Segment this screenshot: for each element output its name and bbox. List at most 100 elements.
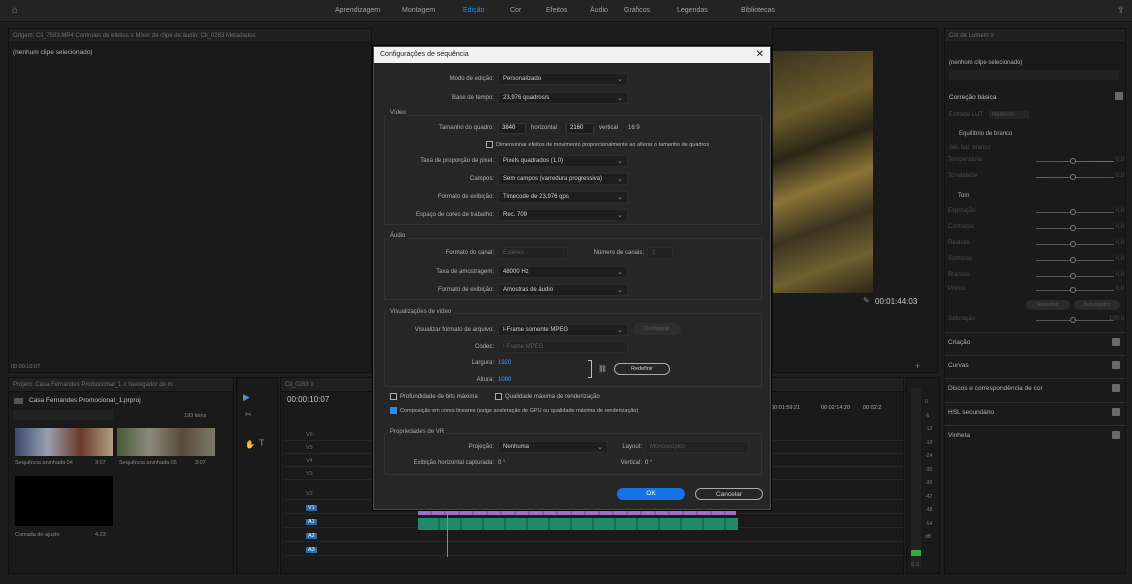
exposure-slider[interactable]: Exposição 0.0 [948,208,1124,220]
scale-motion-checkbox[interactable] [486,141,493,148]
lumetri-reset-button[interactable]: Redefinir [1026,300,1070,310]
white-balance-label: Equilíbrio de branco [959,131,1013,137]
preview-reset-button[interactable]: Redefinir [614,363,670,375]
projection-select[interactable]: Nenhuma ⌄ [498,441,608,453]
highlights-slider[interactable]: Realces 0.0 [948,240,1124,252]
aspect-value: 16:9 [628,125,640,131]
contrast-slider[interactable]: Contraste 0.0 [948,224,1124,236]
tab-aprendizagem[interactable]: Aprendizagem [335,7,380,14]
cancel-button[interactable]: Cancelar [695,488,763,500]
share-icon[interactable]: ⇪ [1117,5,1125,16]
type-tool-icon[interactable]: T [259,438,265,448]
configure-button[interactable]: Configurar [633,323,681,335]
playhead[interactable] [447,505,448,557]
hcapture-value[interactable]: 0 ° [498,460,505,466]
pixel-aspect-select[interactable]: Pixels quadrados (1,0) ⌄ [498,155,628,167]
vertical-vr-value[interactable]: 0 ° [645,460,652,466]
shadows-slider[interactable]: Sombras 0.0 [948,256,1124,268]
add-button-icon[interactable]: + [915,361,920,371]
hcapture-label: Exibição horizontal capturada: [413,460,494,466]
tab-efeitos[interactable]: Efeitos [546,7,567,14]
discos-checkbox[interactable] [1112,384,1120,392]
temperature-slider[interactable]: Temperatura 0.0 [948,157,1124,169]
audio-clip-a1[interactable] [418,518,738,530]
linear-comp-checkbox[interactable] [390,407,397,414]
channel-format-select[interactable]: Estéreo [498,247,568,259]
display-format-label: Formato de exibição: [437,194,494,200]
tint-slider[interactable]: Tonalidade 0.0 [948,173,1124,185]
basic-correction-label[interactable]: Correção básica [949,94,996,101]
codec-select[interactable]: I-Frame MPEG [498,341,628,353]
select-tool-icon[interactable]: ▶ [243,392,250,403]
close-icon[interactable]: ✕ [756,49,764,60]
max-render-checkbox[interactable] [495,393,502,400]
home-icon[interactable]: ⌂ [12,5,18,16]
razor-tool-icon[interactable]: ✂ [245,410,252,419]
video-frame [773,51,873,293]
item-dur-04: 3:07 [95,460,106,466]
track-a2[interactable]: A2 [284,531,904,542]
section-discos[interactable]: Discos e correspondência de cor [944,378,1126,398]
panel-tabs[interactable]: Origem: Cli_7583.MP4 Controles de efeito… [9,29,371,43]
saturation-slider[interactable]: Saturação 100.0 [948,316,1124,328]
hand-tool-icon[interactable]: ✋ [245,440,255,449]
tab-cor[interactable]: Cor [510,7,521,14]
tab-legendas[interactable]: Legendas [677,7,708,14]
basic-correction-checkbox[interactable] [1115,92,1123,100]
section-vinheta[interactable]: Vinheta [944,425,1126,445]
input-lut-value[interactable]: Nenhum [989,111,1029,119]
frame-width-input[interactable]: 3840 [498,123,526,134]
fields-select[interactable]: Sem campos (varredura progressiva) ⌄ [498,173,628,185]
section-curvas[interactable]: Curvas [944,355,1126,375]
hsl-checkbox[interactable] [1112,408,1120,416]
project-search[interactable] [13,410,113,420]
height-label: Altura: [476,377,494,383]
color-space-select[interactable]: Rec. 709 ⌄ [498,209,628,221]
thumb-seq-04[interactable] [15,428,113,456]
display-format-select[interactable]: Timecode de 23,976 qps ⌄ [498,191,628,203]
lumetri-clip-select[interactable] [949,70,1119,80]
meter-solo[interactable]: S S [911,562,919,568]
lumetri-auto-button[interactable]: Automático [1074,300,1120,310]
horizontal-label: horizontal [531,125,558,131]
ok-button[interactable]: OK [617,488,685,500]
edit-mode-select[interactable]: Personalizado ⌄ [498,73,628,85]
tab-graficos[interactable]: Gráficos [624,7,650,14]
frame-height-input[interactable]: 2160 [566,123,594,134]
audio-display-select[interactable]: Amostras de áudio ⌄ [498,284,628,296]
thumb-seq-05[interactable] [117,428,215,456]
section-hsl[interactable]: HSL secundário [944,402,1126,422]
dialog-title: Configurações de sequência [374,47,770,63]
meter-level [911,550,921,556]
link-icon[interactable]: ⛓ [598,365,607,373]
blacks-slider[interactable]: Pretos 0.0 [948,286,1124,298]
wrench-icon[interactable]: ✎ [863,296,870,305]
layout-select[interactable]: Monoscópico [645,441,749,453]
vinheta-checkbox[interactable] [1112,431,1120,439]
lumetri-header[interactable]: Cor de Lumetri ≡ [945,29,1125,43]
tab-bibliotecas[interactable]: Bibliotecas [741,7,775,14]
project-tabs[interactable]: Projeto: Casa Fernandes Promocional_1 ≡ … [9,378,233,392]
criacao-checkbox[interactable] [1112,338,1120,346]
meter-bar [911,388,921,568]
preview-format-select[interactable]: I-Frame somente MPEG ⌄ [498,324,628,336]
width-value[interactable]: 1920 [498,360,511,366]
tab-montagem[interactable]: Montagem [402,7,435,14]
workspace-bar: ⌂ Aprendizagem Montagem Edição Cor Efeit… [0,0,1132,22]
track-a3[interactable]: A3 [284,545,904,556]
curvas-checkbox[interactable] [1112,361,1120,369]
channels-select[interactable]: 2 [647,247,673,259]
max-bit-depth-checkbox[interactable] [390,393,397,400]
color-space-label: Espaço de cores de trabalho: [415,212,494,218]
thumb-adjust[interactable] [15,476,113,526]
section-criacao[interactable]: Criação [944,332,1126,352]
tab-edicao[interactable]: Edição [463,7,484,14]
sequence-settings-dialog: Configurações de sequência ✕ Modo de edi… [373,46,771,510]
height-value[interactable]: 1080 [498,377,511,383]
frame-size-label: Tamanho do quadro: [438,125,494,131]
timebase-select[interactable]: 23,976 quadros/s ⌄ [498,92,628,104]
panel-timecode: 00:00:10:07 [11,364,41,370]
whites-slider[interactable]: Brancos 0.0 [948,272,1124,284]
sample-rate-select[interactable]: 48000 Hz ⌄ [498,266,628,278]
tab-audio[interactable]: Áudio [590,7,608,14]
